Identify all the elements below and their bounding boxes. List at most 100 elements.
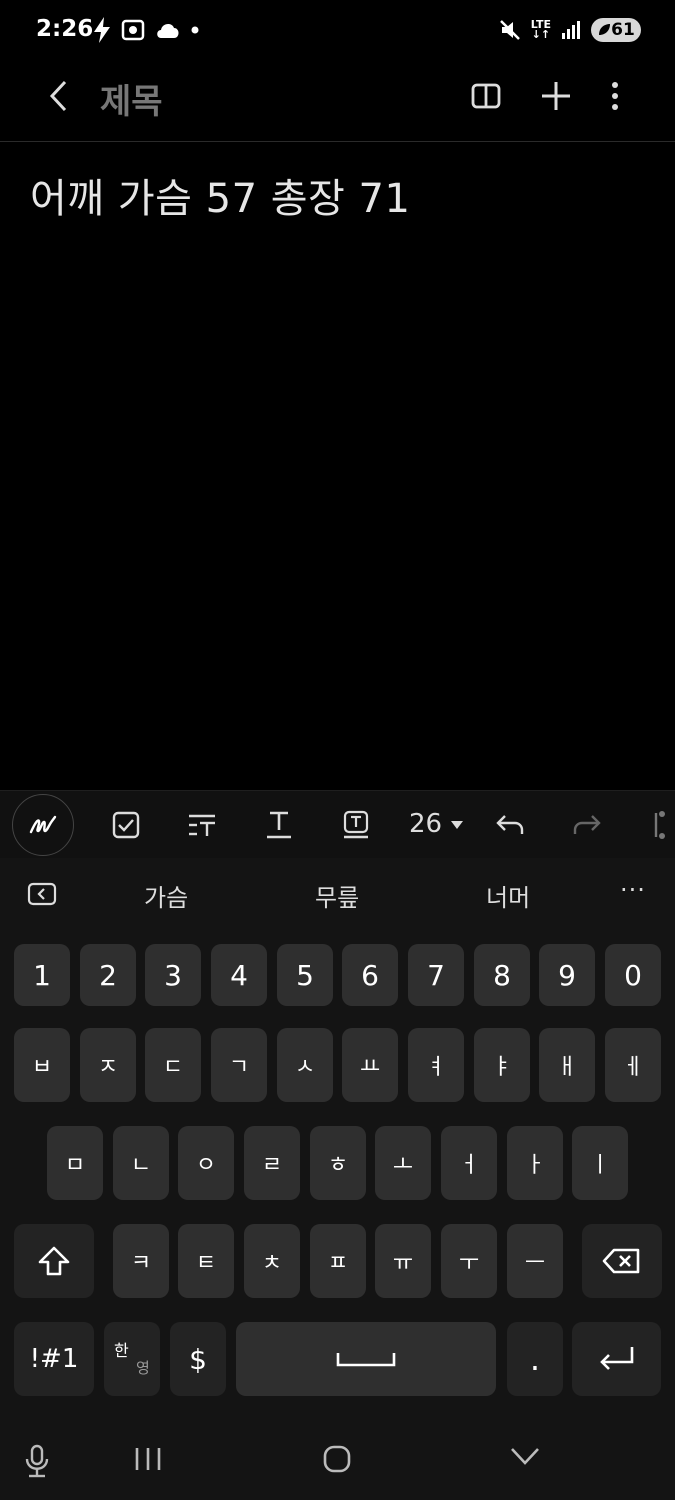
language-switch-key[interactable]: 한 영	[104, 1322, 160, 1396]
home-button[interactable]	[322, 1444, 352, 1478]
key-o[interactable]: ㅗ	[375, 1126, 431, 1200]
battery-leaf-icon	[599, 24, 611, 35]
lang-korean-label: 한	[114, 1341, 129, 1360]
key-kieuk[interactable]: ㅋ	[113, 1224, 169, 1298]
back-button[interactable]	[40, 76, 80, 116]
key-2[interactable]: 2	[80, 944, 136, 1006]
dropdown-arrow-icon	[451, 820, 464, 829]
key-digeut[interactable]: ㄷ	[145, 1028, 201, 1102]
undo-button[interactable]	[490, 805, 530, 845]
home-icon	[323, 1445, 351, 1473]
note-title-field[interactable]: 제목	[100, 74, 163, 123]
undo-icon	[496, 815, 524, 834]
underline-text-icon	[267, 811, 291, 839]
key-hieut[interactable]: ㅎ	[310, 1126, 366, 1200]
text-cursor-icon	[654, 811, 665, 839]
charging-bolt-icon	[94, 17, 110, 43]
font-size-selector[interactable]: 26	[409, 809, 464, 839]
key-chieut[interactable]: ㅊ	[244, 1224, 300, 1298]
key-siot[interactable]: ㅅ	[277, 1028, 333, 1102]
back-icon	[49, 80, 67, 112]
key-jieut[interactable]: ㅈ	[80, 1028, 136, 1102]
key-0[interactable]: 0	[605, 944, 661, 1006]
text-cursor-button[interactable]	[636, 805, 675, 845]
key-6[interactable]: 6	[342, 944, 398, 1006]
suggestion-word[interactable]: 가슴	[144, 878, 188, 913]
key-pieup[interactable]: ㅍ	[310, 1224, 366, 1298]
more-suggestions-button[interactable]: ···	[620, 876, 646, 904]
key-giyeok[interactable]: ㄱ	[211, 1028, 267, 1102]
dot-icon	[191, 26, 199, 34]
checkbox-button[interactable]	[106, 805, 146, 845]
more-options-button[interactable]	[595, 76, 635, 116]
keyboard-toolbar-toggle[interactable]	[27, 882, 57, 910]
network-indicator: LTE ↓↑	[530, 18, 551, 41]
key-eo[interactable]: ㅓ	[441, 1126, 497, 1200]
suggestion-word[interactable]: 너머	[486, 878, 530, 913]
suggestion-bar: 가슴 무릎 너머 ···	[0, 858, 675, 930]
key-eu[interactable]: ㅡ	[507, 1224, 563, 1298]
hide-keyboard-icon	[511, 1448, 539, 1465]
battery-indicator: 61	[591, 18, 641, 42]
key-yo[interactable]: ㅛ	[342, 1028, 398, 1102]
note-body-text[interactable]: 어깨 가슴 57 총장 71	[30, 166, 410, 224]
status-bar: 2:26 LTE ↓↑ 61	[0, 0, 675, 62]
key-ya[interactable]: ㅑ	[474, 1028, 530, 1102]
add-icon	[542, 82, 570, 110]
add-button[interactable]	[536, 76, 576, 116]
redo-icon	[573, 815, 601, 834]
app-bar: 제목	[0, 62, 675, 142]
checkbox-icon	[112, 811, 140, 839]
text-box-icon	[343, 810, 369, 839]
text-box-button[interactable]	[336, 805, 376, 845]
key-nieun[interactable]: ㄴ	[113, 1126, 169, 1200]
key-3[interactable]: 3	[145, 944, 201, 1006]
key-9[interactable]: 9	[539, 944, 595, 1006]
key-rieul[interactable]: ㄹ	[244, 1126, 300, 1200]
enter-key[interactable]	[572, 1322, 661, 1396]
key-mieum[interactable]: ㅁ	[47, 1126, 103, 1200]
key-ae[interactable]: ㅐ	[539, 1028, 595, 1102]
redo-button[interactable]	[567, 805, 607, 845]
navigation-bar	[0, 1414, 675, 1500]
space-bar-icon	[336, 1353, 396, 1367]
key-tieut[interactable]: ㅌ	[178, 1224, 234, 1298]
underline-text-button[interactable]	[259, 805, 299, 845]
text-style-button[interactable]	[182, 805, 222, 845]
key-yu[interactable]: ㅠ	[375, 1224, 431, 1298]
space-key[interactable]	[236, 1322, 496, 1396]
keyboard-collapse-icon	[27, 882, 57, 906]
key-8[interactable]: 8	[474, 944, 530, 1006]
key-ieung[interactable]: ㅇ	[178, 1126, 234, 1200]
hide-keyboard-button[interactable]	[509, 1444, 541, 1472]
more-icon	[612, 82, 618, 110]
key-yeo[interactable]: ㅕ	[408, 1028, 464, 1102]
shift-icon	[38, 1246, 70, 1276]
key-5[interactable]: 5	[277, 944, 333, 1006]
reading-mode-button[interactable]	[466, 76, 506, 116]
shift-key[interactable]	[14, 1224, 94, 1298]
signal-icon	[562, 21, 580, 39]
status-time: 2:26	[36, 16, 94, 42]
key-bieup[interactable]: ㅂ	[14, 1028, 70, 1102]
key-i[interactable]: ㅣ	[572, 1126, 628, 1200]
period-key[interactable]: .	[507, 1322, 563, 1396]
suggestion-word[interactable]: 무릎	[315, 878, 359, 913]
key-e[interactable]: ㅔ	[605, 1028, 661, 1102]
key-4[interactable]: 4	[211, 944, 267, 1006]
recent-apps-button[interactable]	[134, 1444, 162, 1478]
backspace-key[interactable]	[582, 1224, 662, 1298]
voice-input-button[interactable]	[24, 1444, 50, 1482]
key-1[interactable]: 1	[14, 944, 70, 1006]
key-a[interactable]: ㅏ	[507, 1126, 563, 1200]
lang-english-label: 영	[136, 1359, 150, 1377]
reading-mode-icon	[471, 83, 501, 109]
format-toolbar: 26	[0, 790, 675, 858]
key-u[interactable]: ㅜ	[441, 1224, 497, 1298]
key-7[interactable]: 7	[408, 944, 464, 1006]
enter-icon	[599, 1347, 633, 1370]
currency-key[interactable]: $	[170, 1322, 226, 1396]
handwriting-button[interactable]	[12, 794, 74, 856]
font-size-value: 26	[409, 809, 443, 839]
symbols-key[interactable]: !#1	[14, 1322, 94, 1396]
